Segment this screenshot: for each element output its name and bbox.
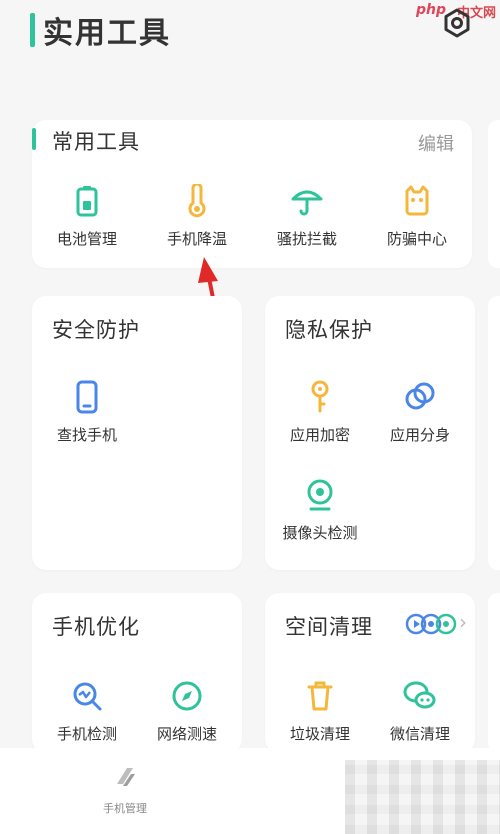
security-card: 安全防护 查找手机 bbox=[32, 296, 242, 570]
nav-phone-manager-label: 手机管理 bbox=[103, 802, 147, 815]
tool-find-phone[interactable]: 查找手机 bbox=[32, 378, 142, 445]
common-tools-card: 常用工具 编辑 电池管理 手机降温 骚扰拦截 防骗中心 bbox=[32, 120, 472, 268]
phone-icon bbox=[68, 378, 106, 416]
tool-junk-clean[interactable]: 垃圾清理 bbox=[265, 677, 375, 744]
partial-card-edge bbox=[488, 120, 500, 268]
section-accent-bar bbox=[32, 128, 36, 150]
blurred-region bbox=[345, 760, 500, 834]
page-header: 实用工具 bbox=[30, 8, 171, 52]
space-card: 空间清理 › 垃圾清理 微信清理 bbox=[265, 593, 475, 753]
chevron-right-icon: › bbox=[459, 610, 467, 634]
tool-harassment-label: 骚扰拦截 bbox=[276, 230, 337, 248]
tool-wechat-clean-label: 微信清理 bbox=[389, 725, 450, 743]
key-icon bbox=[301, 378, 339, 416]
tool-antifraud-label: 防骗中心 bbox=[386, 230, 447, 248]
title-accent-bar bbox=[30, 13, 35, 47]
privacy-card: 隐私保护 应用加密 应用分身 摄像头检测 bbox=[265, 296, 475, 570]
space-title: 空间清理 bbox=[285, 615, 373, 639]
tool-speed-test[interactable]: 网络测速 bbox=[132, 677, 242, 744]
nav-phone-manager[interactable]: 手机管理 bbox=[90, 764, 160, 816]
storage-indicator[interactable]: › bbox=[405, 610, 467, 639]
wechat-icon bbox=[401, 677, 439, 715]
tool-junk-clean-label: 垃圾清理 bbox=[289, 725, 350, 743]
scan-icon bbox=[68, 677, 106, 715]
bottom-nav: 手机管理 bbox=[0, 748, 500, 834]
camera-icon bbox=[301, 476, 339, 514]
thermometer-icon bbox=[178, 182, 216, 220]
tool-cooling-label: 手机降温 bbox=[166, 230, 227, 248]
tool-phone-check-label: 手机检测 bbox=[56, 725, 117, 743]
tool-battery[interactable]: 电池管理 bbox=[32, 182, 142, 249]
storage-dots-icon bbox=[405, 613, 461, 639]
tool-antifraud[interactable]: 防骗中心 bbox=[362, 182, 472, 249]
clone-icon bbox=[401, 378, 439, 416]
tool-app-lock-label: 应用加密 bbox=[289, 426, 350, 444]
optimize-card: 手机优化 手机检测 网络测速 bbox=[32, 593, 242, 753]
tool-wechat-clean[interactable]: 微信清理 bbox=[365, 677, 475, 744]
tool-camera-detect-label: 摄像头检测 bbox=[282, 524, 358, 542]
tool-camera-detect[interactable]: 摄像头检测 bbox=[265, 476, 375, 543]
tool-phone-check[interactable]: 手机检测 bbox=[32, 677, 142, 744]
tool-cooling[interactable]: 手机降温 bbox=[142, 182, 252, 249]
battery-icon bbox=[68, 182, 106, 220]
tool-battery-label: 电池管理 bbox=[56, 230, 117, 248]
tool-harassment[interactable]: 骚扰拦截 bbox=[252, 182, 362, 249]
tool-speed-test-label: 网络测速 bbox=[156, 725, 217, 743]
tool-find-phone-label: 查找手机 bbox=[56, 426, 117, 444]
common-tools-title: 常用工具 bbox=[52, 130, 140, 154]
tool-app-clone-label: 应用分身 bbox=[389, 426, 450, 444]
umbrella-icon bbox=[288, 182, 326, 220]
tool-app-clone[interactable]: 应用分身 bbox=[365, 378, 475, 445]
gear-icon bbox=[442, 8, 472, 42]
privacy-title: 隐私保护 bbox=[285, 318, 373, 342]
partial-card-edge bbox=[488, 593, 500, 753]
security-title: 安全防护 bbox=[52, 318, 140, 342]
partial-card-edge bbox=[488, 296, 500, 570]
shield-face-icon bbox=[398, 182, 436, 220]
tool-app-lock[interactable]: 应用加密 bbox=[265, 378, 375, 445]
compass-icon bbox=[168, 677, 206, 715]
optimize-title: 手机优化 bbox=[52, 615, 140, 639]
phone-manager-icon bbox=[111, 768, 139, 794]
page-title: 实用工具 bbox=[43, 16, 171, 51]
settings-button[interactable] bbox=[440, 8, 474, 42]
trash-icon bbox=[301, 677, 339, 715]
edit-button[interactable]: 编辑 bbox=[418, 130, 454, 156]
